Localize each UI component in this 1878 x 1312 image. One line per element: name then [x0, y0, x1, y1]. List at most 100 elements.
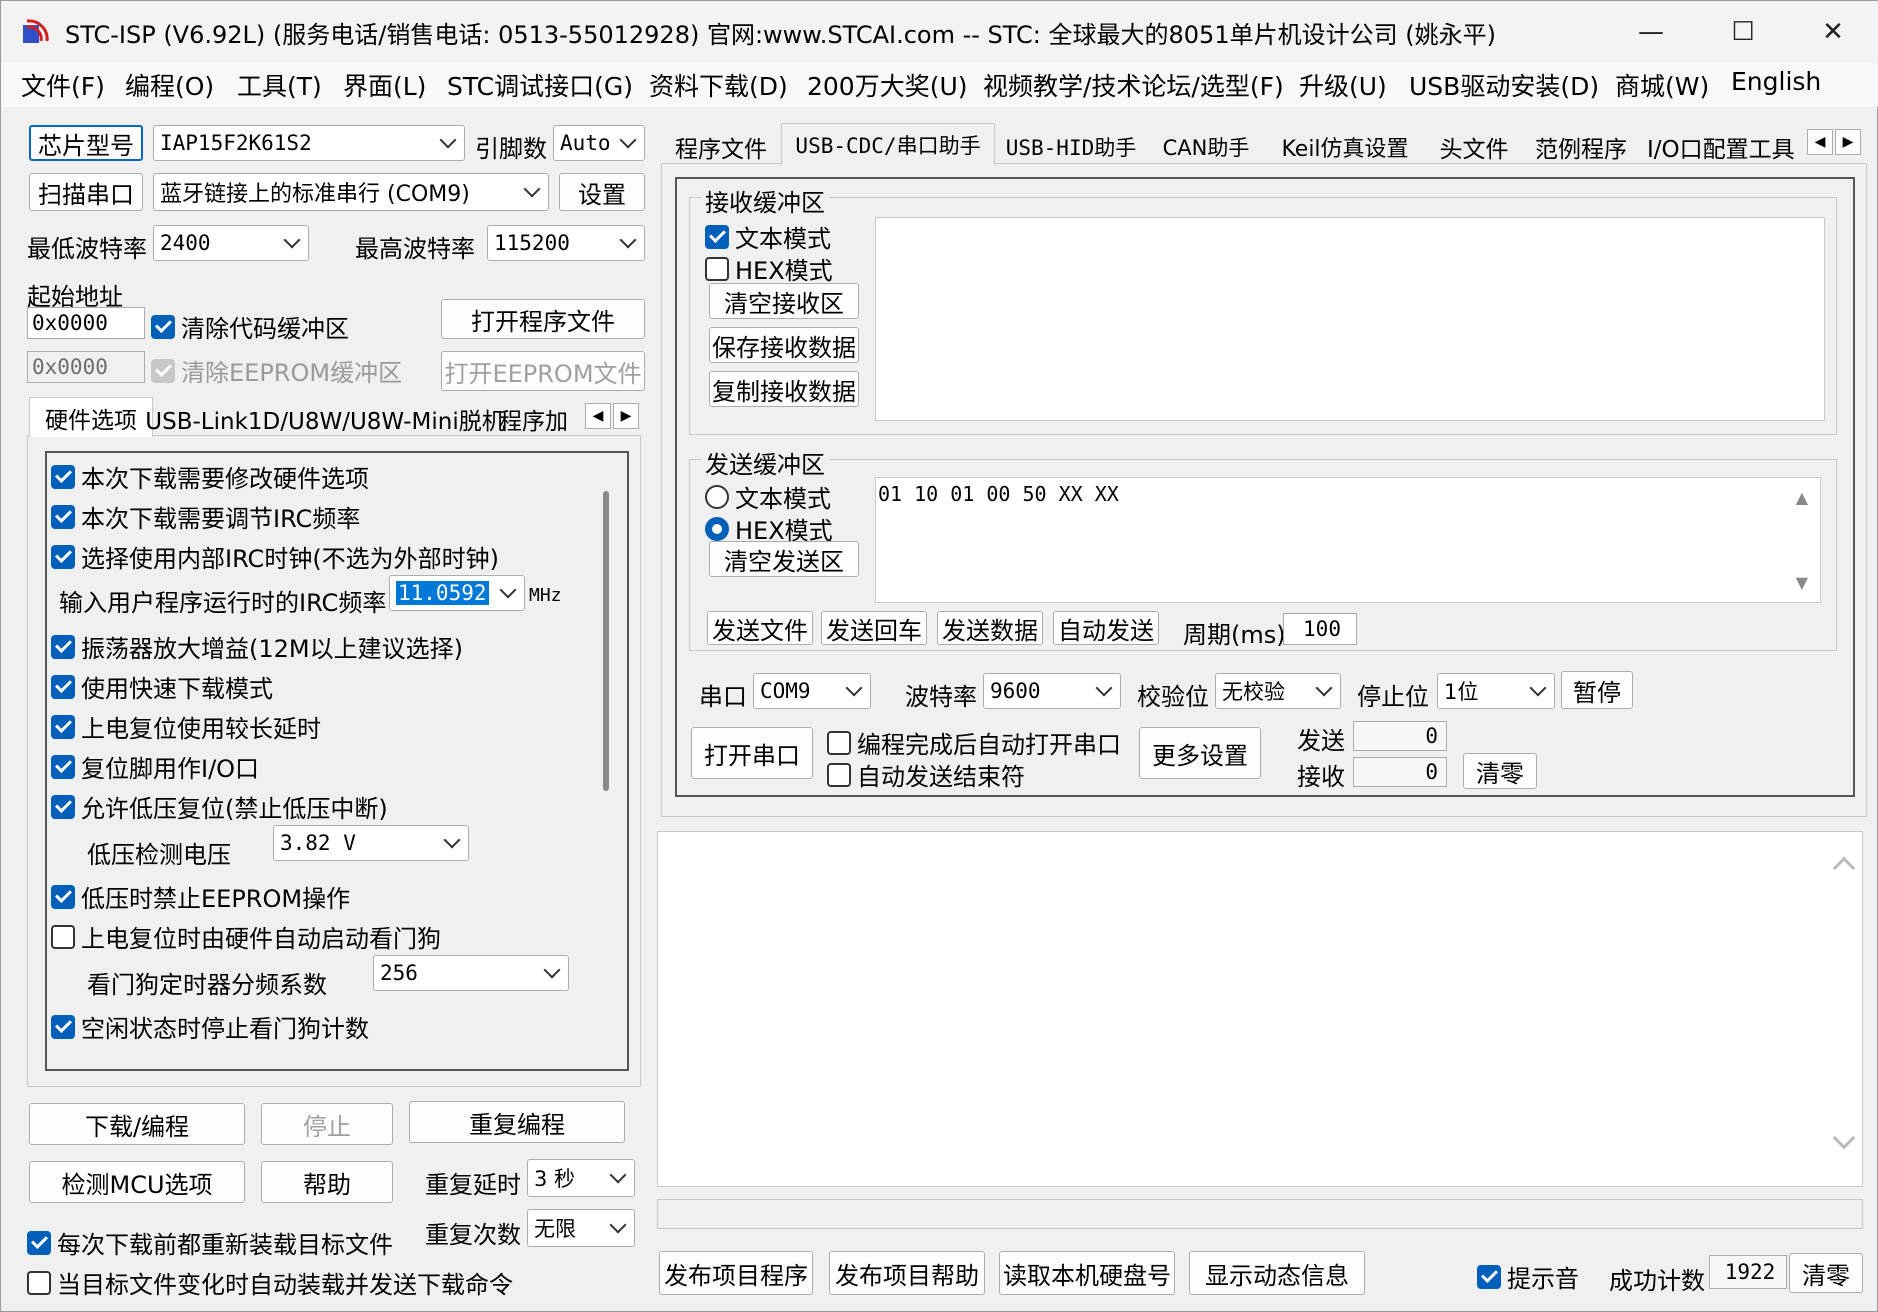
menu-file[interactable]: 文件(F) — [21, 67, 105, 103]
eeprom-start-address-input[interactable]: 0x0000 — [27, 351, 145, 383]
download-program-button[interactable]: 下载/编程 — [29, 1103, 245, 1145]
send-return-button[interactable]: 发送回车 — [821, 611, 927, 645]
tab-program-file[interactable]: 程序文件 — [665, 127, 777, 167]
option-fast-download[interactable]: 使用快速下载模式 — [51, 669, 273, 704]
option-low-voltage-no-eeprom[interactable]: 低压时禁止EEPROM操作 — [51, 879, 350, 914]
chip-type-select[interactable]: IAP15F2K61S2 — [153, 125, 465, 161]
watchdog-divider-select[interactable]: 256 — [373, 955, 569, 991]
option-long-reset-delay[interactable]: 上电复位使用较长延时 — [51, 709, 321, 744]
option-adjust-irc[interactable]: 本次下载需要调节IRC频率 — [51, 499, 360, 534]
publish-project-help-button[interactable]: 发布项目帮助 — [829, 1251, 985, 1295]
tab-program-encrypt[interactable]: 程序加 — [499, 399, 583, 439]
tab-io-config[interactable]: I/O口配置工具 — [1647, 127, 1813, 167]
menu-debug-interface[interactable]: STC调试接口(G) — [447, 67, 633, 103]
menu-video-forum[interactable]: 视频教学/技术论坛/选型(F) — [983, 67, 1284, 103]
min-baud-select[interactable]: 2400 — [153, 225, 309, 261]
beep-checkbox[interactable]: 提示音 — [1477, 1259, 1579, 1294]
stop-bits-select[interactable]: 1位 — [1437, 673, 1555, 709]
pin-count-select[interactable]: Auto — [553, 125, 645, 161]
repeat-count-select[interactable]: 无限 — [527, 1209, 635, 1247]
save-receive-button[interactable]: 保存接收数据 — [709, 327, 859, 363]
port-select[interactable]: COM9 — [753, 673, 871, 709]
send-data-button[interactable]: 发送数据 — [937, 611, 1043, 645]
read-disk-id-button[interactable]: 读取本机硬盘号 — [999, 1251, 1175, 1295]
serial-port-select[interactable]: 蓝牙链接上的标准串行 (COM9) — [153, 173, 549, 211]
scroll-down-icon[interactable]: ▼ — [1796, 573, 1808, 592]
minimize-button[interactable]: — — [1605, 1, 1697, 63]
more-settings-button[interactable]: 更多设置 — [1139, 727, 1261, 779]
option-reset-pin-io[interactable]: 复位脚用作I/O口 — [51, 749, 259, 784]
clear-success-count-button[interactable]: 清零 — [1789, 1253, 1863, 1293]
detect-mcu-button[interactable]: 检测MCU选项 — [29, 1161, 245, 1203]
close-button[interactable]: ✕ — [1787, 1, 1878, 63]
copy-receive-button[interactable]: 复制接收数据 — [709, 371, 859, 407]
option-auto-watchdog[interactable]: 上电复位时由硬件自动启动看门狗 — [51, 919, 441, 954]
option-modify-hardware[interactable]: 本次下载需要修改硬件选项 — [51, 459, 369, 494]
option-idle-stop-watchdog[interactable]: 空闲状态时停止看门狗计数 — [51, 1009, 369, 1044]
parity-select[interactable]: 无校验 — [1215, 673, 1341, 709]
publish-project-program-button[interactable]: 发布项目程序 — [659, 1251, 813, 1295]
menu-upgrade[interactable]: 升级(U) — [1299, 67, 1387, 103]
open-eeprom-file-button[interactable]: 打开EEPROM文件 — [441, 351, 645, 391]
tab-usb-link-offline[interactable]: USB-Link1D/U8W/U8W-Mini脱机 — [145, 399, 504, 439]
show-dynamic-info-button[interactable]: 显示动态信息 — [1189, 1251, 1365, 1295]
menu-program[interactable]: 编程(O) — [125, 67, 214, 103]
tab-scroll-left-button[interactable]: ◀ — [585, 403, 611, 429]
tab-scroll-right-button[interactable]: ▶ — [613, 403, 639, 429]
auto-open-port-checkbox[interactable]: 编程完成后自动打开串口 — [827, 725, 1121, 760]
clear-eeprom-buffer-checkbox[interactable]: 清除EEPROM缓冲区 — [151, 353, 402, 388]
receive-text-area[interactable] — [875, 217, 1825, 421]
clear-counters-button[interactable]: 清零 — [1463, 753, 1537, 789]
send-text-area[interactable]: 01 10 01 00 50 XX XX ▲ ▼ — [875, 477, 1821, 603]
tab-header-files[interactable]: 头文件 — [1431, 127, 1517, 167]
open-port-button[interactable]: 打开串口 — [691, 727, 813, 779]
send-text-mode-radio[interactable]: 文本模式 — [705, 479, 831, 514]
clear-code-buffer-checkbox[interactable]: 清除代码缓冲区 — [151, 309, 349, 344]
open-program-file-button[interactable]: 打开程序文件 — [441, 299, 645, 339]
reload-target-checkbox[interactable]: 每次下载前都重新装载目标文件 — [27, 1225, 393, 1260]
max-baud-select[interactable]: 115200 — [487, 225, 645, 261]
menu-english[interactable]: English — [1731, 67, 1821, 96]
settings-button[interactable]: 设置 — [559, 173, 645, 211]
menu-downloads[interactable]: 资料下载(D) — [649, 67, 788, 103]
scan-port-button[interactable]: 扫描串口 — [29, 173, 143, 211]
menu-prize[interactable]: 200万大奖(U) — [807, 67, 968, 103]
baud-select[interactable]: 9600 — [983, 673, 1121, 709]
receive-text-mode-checkbox[interactable]: 文本模式 — [705, 219, 831, 254]
irc-frequency-select[interactable]: 11.0592 — [389, 575, 525, 611]
period-input[interactable]: 100 — [1283, 613, 1357, 645]
menu-interface[interactable]: 界面(L) — [343, 67, 426, 103]
repeat-program-button[interactable]: 重复编程 — [409, 1101, 625, 1143]
tab-usb-cdc-serial[interactable]: USB-CDC/串口助手 — [781, 123, 995, 165]
log-output-area[interactable] — [657, 831, 1863, 1187]
pause-button[interactable]: 暂停 — [1561, 671, 1633, 709]
chip-type-button[interactable]: 芯片型号 — [29, 125, 143, 161]
low-voltage-select[interactable]: 3.82 V — [273, 825, 469, 861]
clear-send-button[interactable]: 清空发送区 — [709, 541, 859, 577]
maximize-button[interactable]: ☐ — [1697, 1, 1789, 63]
auto-end-char-checkbox[interactable]: 自动发送结束符 — [827, 757, 1025, 792]
code-start-address-input[interactable]: 0x0000 — [27, 307, 145, 339]
option-internal-irc[interactable]: 选择使用内部IRC时钟(不选为外部时钟) — [51, 539, 499, 574]
send-file-button[interactable]: 发送文件 — [707, 611, 813, 645]
tab-hardware-options[interactable]: 硬件选项 — [29, 397, 153, 437]
tab-can[interactable]: CAN助手 — [1151, 127, 1261, 167]
scroll-up-icon[interactable] — [1832, 856, 1856, 880]
auto-load-checkbox[interactable]: 当目标文件变化时自动装载并发送下载命令 — [27, 1265, 513, 1300]
receive-hex-mode-checkbox[interactable]: HEX模式 — [705, 251, 833, 286]
repeat-delay-select[interactable]: 3 秒 — [527, 1159, 635, 1197]
scroll-up-icon[interactable]: ▲ — [1796, 488, 1808, 507]
right-tab-scroll-right[interactable]: ▶ — [1835, 129, 1861, 155]
option-oscillator-gain[interactable]: 振荡器放大增益(12M以上建议选择) — [51, 629, 463, 664]
right-tab-scroll-left[interactable]: ◀ — [1807, 129, 1833, 155]
scroll-down-icon[interactable] — [1832, 1126, 1856, 1150]
menu-usb-driver[interactable]: USB驱动安装(D) — [1409, 67, 1599, 103]
tab-keil-emulation[interactable]: Keil仿真设置 — [1267, 127, 1423, 167]
menu-tools[interactable]: 工具(T) — [237, 67, 322, 103]
tab-examples[interactable]: 范例程序 — [1525, 127, 1637, 167]
stop-button[interactable]: 停止 — [261, 1103, 393, 1145]
auto-send-button[interactable]: 自动发送 — [1053, 611, 1159, 645]
clear-receive-button[interactable]: 清空接收区 — [709, 283, 859, 319]
menu-shop[interactable]: 商城(W) — [1615, 67, 1709, 103]
tab-usb-hid[interactable]: USB-HID助手 — [999, 127, 1143, 167]
